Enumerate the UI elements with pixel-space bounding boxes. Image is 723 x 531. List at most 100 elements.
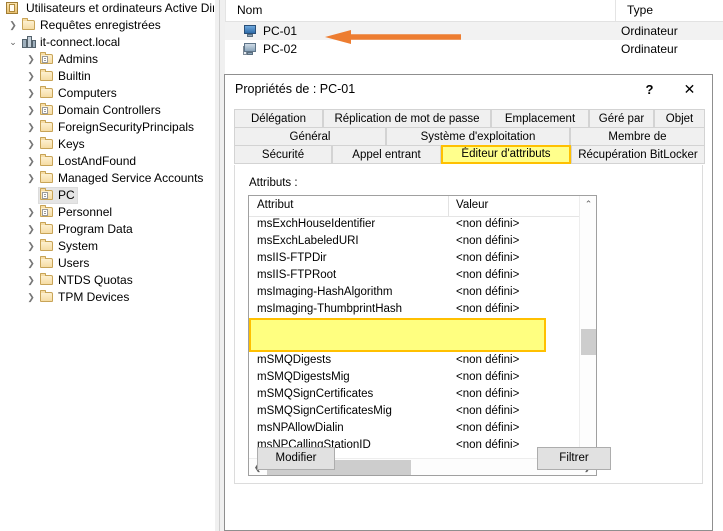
attributes-vertical-scrollbar[interactable]: ⌃ ⌄ [579, 196, 596, 458]
vertical-scroll-thumb[interactable] [581, 329, 596, 355]
close-button[interactable]: ✕ [673, 75, 706, 104]
tab-d-l-gation[interactable]: Délégation [234, 109, 323, 128]
table-row[interactable]: mSMQSignCertificates <non défini> [249, 386, 596, 403]
chevron-right-icon[interactable]: ❯ [24, 238, 38, 255]
splitter-grip [219, 0, 220, 531]
attributes-rows[interactable]: msExchHouseIdentifier <non défini> msExchL… [249, 216, 596, 475]
column-header-name[interactable]: Nom [237, 3, 262, 17]
tree-item-foreignsecurityprincipals[interactable]: ❯ ForeignSecurityPrincipals [0, 119, 214, 136]
chevron-right-icon[interactable]: ❯ [24, 170, 38, 187]
chevron-right-icon[interactable]: ❯ [24, 102, 38, 119]
tree-item-personnel[interactable]: ❯ Personnel [0, 204, 214, 221]
dialog-title-bar[interactable]: Propriétés de : PC-01 ? ✕ [225, 75, 712, 105]
help-button[interactable]: ? [633, 75, 666, 104]
attribute-value: <non défini> [456, 388, 520, 400]
chevron-right-icon[interactable]: ❯ [24, 119, 38, 136]
tab-r-cup-ration-bitlocker[interactable]: Récupération BitLocker [571, 145, 705, 164]
attribute-value: <non défini> [456, 269, 520, 281]
list-item-type: Ordinateur [621, 42, 678, 56]
chevron-right-icon[interactable]: ❯ [24, 272, 38, 289]
ou-folder-icon [40, 188, 54, 202]
computer-active-icon [243, 25, 257, 38]
tab-emplacement[interactable]: Emplacement [491, 109, 589, 128]
chevron-right-icon[interactable]: ❯ [24, 85, 38, 102]
tab-g-n-ral[interactable]: Général [234, 127, 386, 146]
tree-item-pc[interactable]: PC [0, 187, 214, 204]
tree-item-system[interactable]: ❯ System [0, 238, 214, 255]
folder-icon [40, 69, 54, 83]
tab-row: Général Système d'exploitation Membre de [234, 127, 705, 146]
chevron-down-icon[interactable]: ⌄ [6, 34, 20, 51]
tree-item-tpm-devices[interactable]: ❯ TPM Devices [0, 289, 214, 306]
list-column-header[interactable]: Nom Type [225, 0, 723, 22]
chevron-right-icon[interactable]: ❯ [6, 17, 20, 34]
attr-column-value[interactable]: Valeur [456, 199, 488, 211]
table-row[interactable]: ms-Mcs-AdmPwd <non défini> [249, 318, 596, 335]
table-row[interactable]: mSMQDigestsMig <non défini> [249, 369, 596, 386]
list-item-name: PC-02 [263, 42, 298, 56]
tab-row: Sécurité Appel entrant Éditeur d'attributs… [234, 145, 705, 164]
column-header-type[interactable]: Type [627, 3, 653, 17]
scroll-up-arrow-icon[interactable]: ⌃ [580, 196, 596, 213]
tree-item-lostandfound[interactable]: ❯ LostAndFound [0, 153, 214, 170]
table-row[interactable]: msIIS-FTPRoot <non défini> [249, 267, 596, 284]
table-row[interactable]: msIIS-FTPDir <non défini> [249, 250, 596, 267]
console-tree-pane[interactable]: Utilisateurs et ordinateurs Active Direc… [0, 0, 214, 531]
tree-item-users[interactable]: ❯ Users [0, 255, 214, 272]
list-item[interactable]: PC-01 Ordinateur [225, 22, 723, 40]
tree-item-managed-service-accounts[interactable]: ❯ Managed Service Accounts [0, 170, 214, 187]
filter-button[interactable]: Filtrer [537, 447, 611, 470]
tree-item-label: Managed Service Accounts [58, 171, 204, 185]
table-row[interactable]: msNPAllowDialin <non défini> [249, 420, 596, 437]
list-item[interactable]: PC-02 Ordinateur [225, 40, 723, 58]
tree-item-label: Program Data [58, 222, 133, 236]
tree-item-computers[interactable]: ❯ Computers [0, 85, 214, 102]
tab-objet[interactable]: Objet [654, 109, 705, 128]
table-row[interactable]: mSMQDigests <non défini> [249, 352, 596, 369]
tree-item-domain-controllers[interactable]: ❯ Domain Controllers [0, 102, 214, 119]
attributes-list[interactable]: Attribut Valeur msExchHouseIdentifier <no… [248, 195, 597, 476]
tab-r-plication-de-mot-de-passe[interactable]: Réplication de mot de passe [323, 109, 491, 128]
table-row[interactable]: ms-Mcs-AdmPwdExpirationTime <non défini> [249, 335, 596, 352]
tree-item-requ-tes-enregistr-es[interactable]: ❯ Requêtes enregistrées [0, 17, 214, 34]
table-row[interactable]: msExchHouseIdentifier <non défini> [249, 216, 596, 233]
table-row[interactable]: msExchLabeledURI <non défini> [249, 233, 596, 250]
attribute-value: <non défini> [456, 405, 520, 417]
tree-item-keys[interactable]: ❯ Keys [0, 136, 214, 153]
chevron-right-icon[interactable]: ❯ [24, 68, 38, 85]
tab-g-r-par[interactable]: Géré par [589, 109, 654, 128]
folder-icon [40, 239, 54, 253]
table-row[interactable]: msImaging-HashAlgorithm <non défini> [249, 284, 596, 301]
tree-item-label: Domain Controllers [58, 103, 161, 117]
chevron-right-icon[interactable]: ❯ [24, 136, 38, 153]
tree-item-ntds-quotas[interactable]: ❯ NTDS Quotas [0, 272, 214, 289]
dialog-tab-strip[interactable]: Délégation Réplication de mot de passe Emp… [234, 109, 705, 165]
chevron-right-icon[interactable]: ❯ [24, 153, 38, 170]
table-row[interactable]: mSMQSignCertificatesMig <non défini> [249, 403, 596, 420]
tab-appel-entrant[interactable]: Appel entrant [332, 145, 441, 164]
tree-item-program-data[interactable]: ❯ Program Data [0, 221, 214, 238]
edit-button[interactable]: Modifier [257, 447, 335, 470]
attribute-name: mSMQDigestsMig [257, 371, 350, 383]
chevron-right-icon[interactable]: ❯ [24, 204, 38, 221]
chevron-right-icon[interactable]: ❯ [24, 289, 38, 306]
tree-item-admins[interactable]: ❯ Admins [0, 51, 214, 68]
tab-s-curit[interactable]: Sécurité [234, 145, 332, 164]
table-row[interactable]: msImaging-ThumbprintHash <non défini> [249, 301, 596, 318]
tab-diteur-d-attributs[interactable]: Éditeur d'attributs [441, 145, 571, 164]
attribute-name: mSMQSignCertificates [257, 388, 374, 400]
chevron-right-icon[interactable]: ❯ [24, 221, 38, 238]
attribute-editor-tab-page: Attributs : Attribut Valeur msExchHouseI… [234, 165, 703, 484]
tree-item-root[interactable]: Utilisateurs et ordinateurs Active Direc… [0, 0, 214, 17]
chevron-right-icon[interactable]: ❯ [24, 255, 38, 272]
tree-item-it-connect-local[interactable]: ⌄ it-connect.local [0, 34, 214, 51]
tree-item-builtin[interactable]: ❯ Builtin [0, 68, 214, 85]
folder-icon [40, 290, 54, 304]
tab-syst-me-d-exploitation[interactable]: Système d'exploitation [386, 127, 570, 146]
tree-item-label: Computers [58, 86, 117, 100]
chevron-right-icon[interactable]: ❯ [24, 51, 38, 68]
attr-column-attribute[interactable]: Attribut [257, 199, 293, 211]
attributes-list-header[interactable]: Attribut Valeur [249, 196, 596, 217]
tab-membre-de[interactable]: Membre de [570, 127, 705, 146]
tree-item-label: Keys [58, 137, 85, 151]
